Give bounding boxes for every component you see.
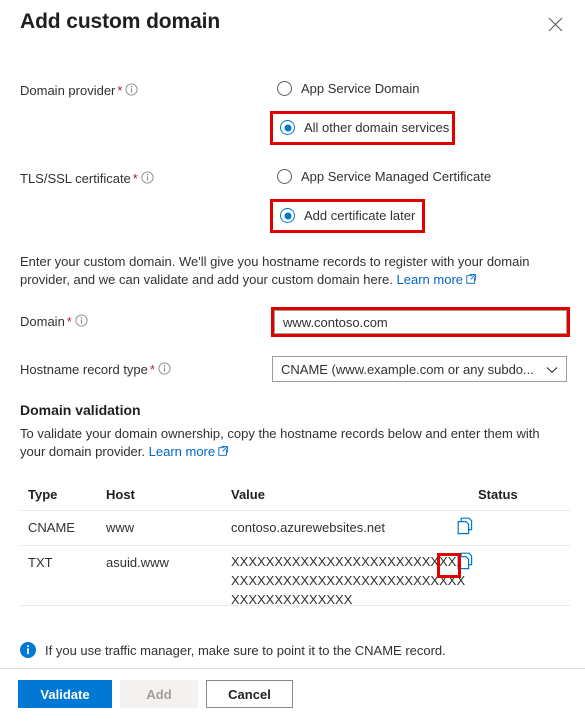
cancel-button[interactable]: Cancel bbox=[206, 680, 293, 708]
radio-circle-icon bbox=[277, 81, 292, 96]
hostname-record-type-label-text: Hostname record type bbox=[20, 362, 148, 377]
traffic-manager-notice: If you use traffic manager, make sure to… bbox=[0, 632, 585, 669]
cell-type: TXT bbox=[28, 555, 53, 570]
cell-value-line: XXXXXXXXXXXXXX bbox=[231, 592, 353, 607]
radio-circle-icon bbox=[277, 169, 292, 184]
info-icon[interactable] bbox=[75, 314, 88, 330]
column-header-status: Status bbox=[478, 487, 518, 502]
info-icon[interactable] bbox=[158, 362, 171, 378]
column-header-type: Type bbox=[28, 487, 58, 502]
radio-circle-icon bbox=[280, 120, 295, 135]
cell-value: contoso.azurewebsites.net bbox=[231, 520, 385, 535]
panel-header: Add custom domain bbox=[0, 0, 585, 56]
close-button[interactable] bbox=[541, 12, 569, 40]
info-icon[interactable] bbox=[125, 83, 138, 99]
tls-ssl-certificate-label-text: TLS/SSL certificate bbox=[20, 171, 131, 186]
copy-button-cname[interactable] bbox=[456, 517, 474, 536]
external-link-icon bbox=[218, 443, 228, 461]
hostname-record-type-select[interactable]: CNAME (www.example.com or any subdo... bbox=[272, 356, 567, 382]
cell-value: XXXXXXXXXXXXXXXXXXXXXXXXXXX XXXXXXXXXXXX… bbox=[231, 552, 465, 609]
hostname-record-type-label: Hostname record type * bbox=[20, 362, 171, 378]
cell-value-line: XXXXXXXXXXXXXXXXXXXXXXXXXXX bbox=[231, 554, 466, 569]
domain-label-text: Domain bbox=[20, 314, 65, 329]
validate-button[interactable]: Validate bbox=[18, 680, 112, 708]
validation-description-text: To validate your domain ownership, copy … bbox=[20, 426, 540, 459]
domain-validation-heading: Domain validation bbox=[20, 402, 141, 418]
tls-ssl-certificate-label: TLS/SSL certificate * bbox=[20, 171, 154, 187]
radio-label: Add certificate later bbox=[304, 208, 416, 223]
column-header-value: Value bbox=[231, 487, 265, 502]
radio-app-service-managed-certificate[interactable]: App Service Managed Certificate bbox=[277, 169, 491, 184]
domain-provider-label: Domain provider * bbox=[20, 83, 138, 99]
required-indicator: * bbox=[66, 314, 72, 329]
chevron-down-icon bbox=[546, 362, 558, 377]
page-title: Add custom domain bbox=[20, 10, 221, 33]
radio-add-certificate-later[interactable]: Add certificate later bbox=[280, 208, 415, 223]
domain-provider-label-text: Domain provider bbox=[20, 83, 116, 98]
domain-validation-description: To validate your domain ownership, copy … bbox=[20, 425, 560, 461]
required-indicator: * bbox=[132, 171, 138, 186]
copy-icon bbox=[456, 517, 474, 539]
required-indicator: * bbox=[117, 83, 123, 98]
copy-icon bbox=[456, 552, 474, 574]
table-header-row: Type Host Value Status bbox=[20, 482, 570, 511]
learn-more-link-intro[interactable]: Learn more bbox=[397, 272, 463, 287]
domain-validation-table: Type Host Value Status CNAME www contoso… bbox=[20, 482, 570, 609]
table-row: TXT asuid.www XXXXXXXXXXXXXXXXXXXXXXXXXX… bbox=[20, 546, 570, 609]
radio-label: All other domain services bbox=[304, 120, 450, 135]
cell-host: www bbox=[106, 520, 135, 535]
column-header-host: Host bbox=[106, 487, 135, 502]
add-button: Add bbox=[120, 680, 198, 708]
learn-more-link-validation[interactable]: Learn more bbox=[149, 444, 215, 459]
cell-value-line: XXXXXXXXXXXXXXXXXXXXXXXXXXX bbox=[231, 573, 466, 588]
notice-text: If you use traffic manager, make sure to… bbox=[45, 642, 446, 658]
close-icon bbox=[548, 17, 563, 35]
table-row: CNAME www contoso.azurewebsites.net bbox=[20, 511, 570, 546]
intro-paragraph: Enter your custom domain. We'll give you… bbox=[20, 253, 550, 289]
radio-all-other-domain-services[interactable]: All other domain services bbox=[280, 120, 449, 135]
info-icon[interactable] bbox=[141, 171, 154, 187]
hostname-record-type-value: CNAME (www.example.com or any subdo... bbox=[281, 361, 534, 377]
info-icon bbox=[20, 642, 36, 658]
domain-input[interactable] bbox=[274, 310, 567, 334]
radio-label: App Service Managed Certificate bbox=[301, 169, 492, 184]
required-indicator: * bbox=[149, 362, 155, 377]
external-link-icon bbox=[466, 271, 476, 289]
radio-app-service-domain[interactable]: App Service Domain bbox=[277, 81, 420, 96]
radio-circle-icon bbox=[280, 208, 295, 223]
cell-type: CNAME bbox=[28, 520, 75, 535]
cell-host: asuid.www bbox=[106, 555, 169, 570]
radio-label: App Service Domain bbox=[301, 81, 420, 96]
domain-label: Domain * bbox=[20, 314, 88, 330]
copy-button-txt[interactable] bbox=[456, 552, 474, 571]
